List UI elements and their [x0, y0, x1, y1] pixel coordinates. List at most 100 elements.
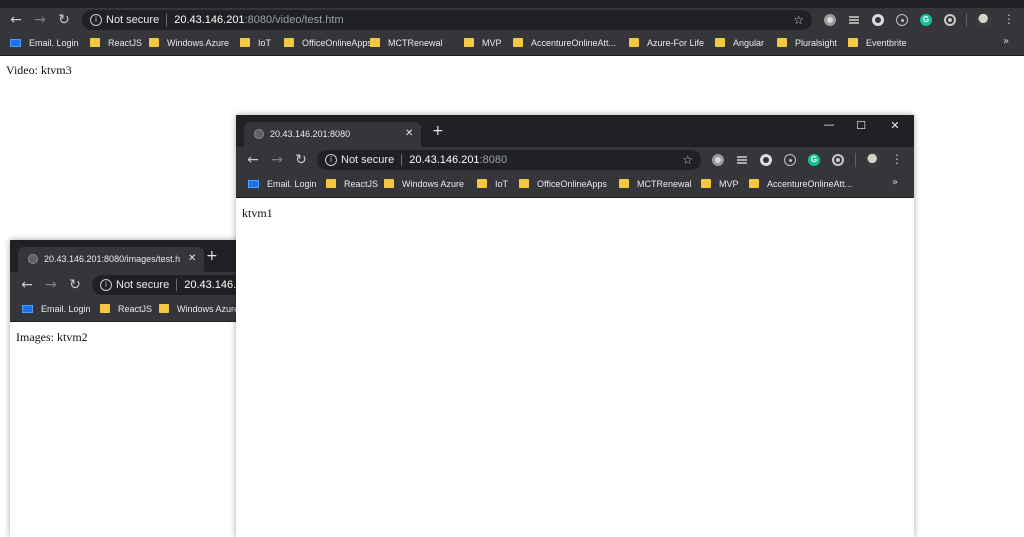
back-icon[interactable]: ← — [6, 10, 26, 30]
forward-icon[interactable]: → — [267, 150, 287, 170]
bookmark-iot[interactable]: IoT — [240, 35, 271, 51]
reload-icon[interactable]: ↻ — [291, 150, 311, 170]
divider — [166, 14, 168, 27]
tab-images[interactable]: 20.43.146.201:8080/images/test.h ✕ — [18, 247, 204, 272]
extension-ring-icon[interactable] — [944, 14, 956, 26]
folder-icon — [90, 38, 100, 48]
extension-c-icon[interactable] — [872, 14, 884, 26]
grammarly-icon[interactable]: G — [808, 154, 820, 166]
bookmark-label: ReactJS — [108, 38, 143, 48]
bookmark-accentureonlineatt[interactable]: AccentureOnlineAtt... — [749, 176, 852, 192]
bookmark-label: MVP — [719, 179, 739, 189]
bookmark-reactjs[interactable]: ReactJS — [100, 301, 152, 317]
browser-toolbar: ← → ↻ i Not secure 20.43.146.201:8080 ☆ G … — [236, 147, 914, 173]
maximize-icon[interactable]: ☐ — [854, 119, 868, 132]
bookmark-label: AccentureOnlineAtt... — [767, 179, 853, 189]
close-window-icon[interactable]: ✕ — [888, 119, 902, 132]
extension-icon[interactable] — [824, 14, 836, 26]
folder-icon — [326, 179, 336, 189]
bookmark-azure-for-life[interactable]: Azure-For Life — [629, 35, 704, 51]
new-tab-icon[interactable]: + — [432, 123, 444, 139]
folder-icon — [777, 38, 787, 48]
folder-icon — [619, 179, 629, 189]
bookmark-star-icon[interactable]: ☆ — [793, 10, 804, 30]
menu-kebab-icon[interactable]: ⋮ — [891, 152, 903, 166]
minimize-icon[interactable]: — — [822, 118, 836, 131]
bookmark-label: Windows Azure — [167, 38, 230, 48]
bookmark-officeonlineapps[interactable]: OfficeOnlineApps — [284, 35, 372, 51]
folder-icon — [464, 38, 474, 48]
profile-avatar[interactable] — [976, 12, 992, 28]
bookmark-star-icon[interactable]: ☆ — [682, 150, 693, 170]
reload-icon[interactable]: ↻ — [65, 275, 85, 295]
extension-ring-icon[interactable] — [832, 154, 844, 166]
bookmark-windows-azure[interactable]: Windows Azure — [384, 176, 464, 192]
bookmark-windows-azure[interactable]: Windows Azure — [159, 301, 239, 317]
mail-icon — [10, 38, 21, 47]
bookmark-accentureonlineatt[interactable]: AccentureOnlineAtt... — [513, 35, 616, 51]
bookmark-label: Email. Login — [29, 38, 79, 48]
url-host: 20.43.146.201 — [174, 14, 245, 26]
reload-icon[interactable]: ↻ — [54, 10, 74, 30]
close-icon[interactable]: ✕ — [188, 253, 196, 264]
folder-icon — [477, 179, 487, 189]
new-tab-icon[interactable]: + — [206, 248, 218, 264]
folder-icon — [701, 179, 711, 189]
globe-icon — [254, 129, 264, 139]
bookmark-reactjs[interactable]: ReactJS — [326, 176, 378, 192]
bookmark-eventbrite[interactable]: Eventbrite — [848, 35, 907, 51]
security-label: Not secure — [106, 14, 160, 26]
address-bar[interactable]: i Not secure 20.43.146.201:8080 ☆ — [317, 150, 701, 170]
page-text: Video: ktvm3 — [6, 63, 72, 77]
react-devtools-icon[interactable] — [784, 154, 796, 166]
browser-toolbar: ← → ↻ i Not secure 20.43.146.201:8080/vide… — [0, 8, 1024, 32]
bookmarks-overflow-icon[interactable]: » — [892, 177, 898, 188]
back-icon[interactable]: ← — [243, 150, 263, 170]
buffer-extension-icon[interactable] — [736, 154, 748, 166]
bookmark-officeonlineapps[interactable]: OfficeOnlineApps — [519, 176, 607, 192]
bookmark-label: Azure-For Life — [647, 38, 705, 48]
forward-icon[interactable]: → — [30, 10, 50, 30]
bookmark-label: ReactJS — [118, 304, 153, 314]
buffer-extension-icon[interactable] — [848, 14, 860, 26]
react-devtools-icon[interactable] — [896, 14, 908, 26]
tab-title: 20.43.146.201:8080/images/test.h — [44, 254, 180, 264]
bookmark-email-login[interactable]: Email. Login — [248, 176, 317, 192]
bookmark-angular[interactable]: Angular — [715, 35, 764, 51]
bookmark-email-login[interactable]: Email. Login — [22, 301, 91, 317]
bookmark-reactjs[interactable]: ReactJS — [90, 35, 142, 51]
extension-icon[interactable] — [712, 154, 724, 166]
address-bar[interactable]: i Not secure 20.43.146.201:8080/video/test… — [82, 10, 812, 30]
info-icon[interactable]: i — [90, 14, 102, 27]
profile-avatar[interactable] — [865, 152, 881, 168]
bookmark-label: OfficeOnlineApps — [537, 179, 607, 189]
bookmark-mvp[interactable]: MVP — [701, 176, 739, 192]
url-host: 20.43.146.201 — [409, 154, 480, 166]
bookmarks-overflow-icon[interactable]: » — [1003, 36, 1009, 47]
images-browser-window: 20.43.146.201:8080/images/test.h ✕ + ← →… — [10, 240, 262, 537]
bookmark-mctrenewal[interactable]: MCTRenewal — [370, 35, 443, 51]
bookmark-label: MCTRenewal — [637, 179, 692, 189]
menu-kebab-icon[interactable]: ⋮ — [1003, 12, 1015, 26]
bookmark-windows-azure[interactable]: Windows Azure — [149, 35, 229, 51]
bookmarks-bar: Email. Login ReactJS Windows Azure — [10, 298, 242, 322]
folder-icon — [513, 38, 523, 48]
bookmark-iot[interactable]: IoT — [477, 176, 508, 192]
bookmark-mvp[interactable]: MVP — [464, 35, 502, 51]
back-icon[interactable]: ← — [17, 275, 37, 295]
info-icon[interactable]: i — [100, 279, 112, 292]
close-icon[interactable]: ✕ — [405, 128, 413, 139]
extension-c-icon[interactable] — [760, 154, 772, 166]
forward-icon[interactable]: → — [41, 275, 61, 295]
bookmark-label: IoT — [258, 38, 272, 48]
bookmark-label: Email. Login — [267, 179, 317, 189]
browser-toolbar: ← → ↻ i Not secure 20.43.146.20 — [10, 272, 262, 298]
bookmark-label: OfficeOnlineApps — [302, 38, 372, 48]
bookmark-mctrenewal[interactable]: MCTRenewal — [619, 176, 692, 192]
grammarly-icon[interactable]: G — [920, 14, 932, 26]
bookmark-label: Email. Login — [41, 304, 91, 314]
bookmark-email-login[interactable]: Email. Login — [10, 35, 79, 51]
info-icon[interactable]: i — [325, 154, 337, 167]
tab-root[interactable]: 20.43.146.201:8080 ✕ — [244, 122, 421, 147]
bookmark-pluralsight[interactable]: Pluralsight — [777, 35, 837, 51]
